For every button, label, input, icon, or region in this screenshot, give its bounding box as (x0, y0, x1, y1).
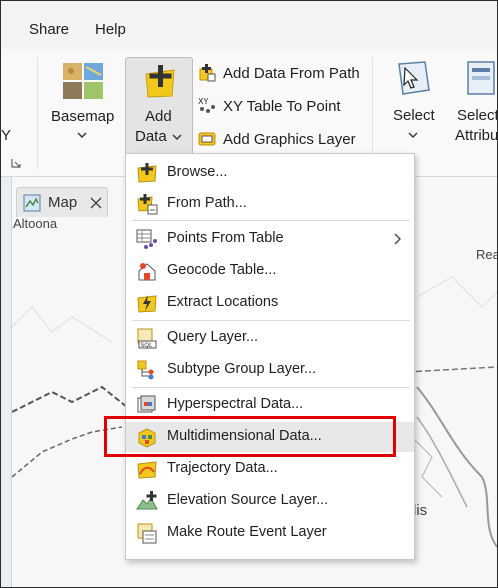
map-place-label: Altoona (13, 216, 58, 231)
menu-item-label: Browse... (167, 164, 228, 180)
menu-item-geocode-table[interactable]: Geocode Table... (126, 256, 414, 286)
chevron-right-icon (394, 233, 401, 245)
menu-item-label: Geocode Table... (167, 262, 277, 278)
menu-separator (132, 220, 410, 221)
menu-item-label: Points From Table (167, 230, 284, 246)
menu-separator (132, 387, 410, 388)
add-data-from-path-label: Add Data From Path (223, 65, 360, 82)
menu-item-browse[interactable]: Browse... (126, 158, 414, 188)
menu-item-label: Elevation Source Layer... (167, 492, 329, 508)
menu-item-elevation-source-layer[interactable]: Elevation Source Layer... (126, 486, 414, 516)
menu-item-label: Trajectory Data... (167, 460, 278, 476)
add-data-from-path-icon (199, 64, 216, 82)
svg-text:XY: XY (198, 97, 208, 106)
map-place-label: Rea (476, 247, 498, 262)
extract-locations-icon (137, 295, 157, 313)
chevron-down-icon (77, 132, 87, 138)
basemap-icon (63, 63, 103, 99)
tab-share[interactable]: Share (29, 21, 69, 38)
menu-item-trajectory-data[interactable]: Trajectory Data... (126, 454, 414, 484)
add-data-dropdown-menu: Browse... From Path... Points From Table… (125, 153, 415, 560)
add-data-label-line2: Data (135, 128, 167, 145)
select-icon (398, 61, 430, 95)
add-data-label-line1: Add (145, 108, 172, 125)
add-graphics-layer-label: Add Graphics Layer (223, 131, 356, 148)
ribbon-divider (37, 57, 38, 169)
menu-item-label: Make Route Event Layer (167, 524, 327, 540)
menu-separator (132, 320, 410, 321)
select-by-attributes-label-line2: Attribu (455, 127, 498, 144)
menu-item-query-layer[interactable]: SQL Query Layer... (126, 323, 414, 353)
from-path-icon (137, 194, 158, 215)
xy-table-to-point-label: XY Table To Point (223, 98, 341, 115)
menu-item-make-route-event-layer[interactable]: Make Route Event Layer (126, 518, 414, 548)
add-data-icon (145, 65, 175, 98)
subtype-group-layer-icon (137, 360, 154, 380)
svg-text:SQL: SQL (141, 342, 154, 349)
menu-item-label: Hyperspectral Data... (167, 396, 304, 412)
menu-item-label: Extract Locations (167, 294, 279, 310)
menu-item-points-from-table[interactable]: Points From Table (126, 224, 414, 254)
menu-item-label: Subtype Group Layer... (167, 361, 317, 377)
menu-item-label: Query Layer... (167, 329, 259, 345)
menu-item-extract-locations[interactable]: Extract Locations (126, 288, 414, 318)
basemap-label: Basemap (51, 108, 115, 125)
trajectory-data-icon (137, 461, 157, 479)
map-place-label: lis (413, 502, 428, 519)
make-route-event-layer-icon (137, 523, 157, 544)
xy-table-to-point-icon: XY (198, 97, 215, 113)
annotation-highlight-box (104, 416, 396, 457)
menu-item-subtype-group-layer[interactable]: Subtype Group Layer... (126, 355, 414, 385)
menu-item-from-path[interactable]: From Path... (126, 189, 414, 219)
select-by-attributes-icon (467, 61, 495, 95)
map-icon (23, 194, 41, 212)
menu-bar: Share Help (1, 1, 497, 49)
add-graphics-layer-icon (198, 132, 216, 146)
tab-help[interactable]: Help (95, 21, 126, 38)
add-data-button[interactable]: Add Data (125, 57, 193, 162)
menu-item-label: From Path... (167, 195, 247, 211)
query-layer-icon: SQL (137, 328, 157, 349)
geocode-table-icon (138, 263, 156, 281)
hyperspectral-data-icon (137, 395, 156, 413)
select-label: Select (393, 107, 435, 124)
close-icon[interactable] (90, 197, 102, 209)
select-by-attributes-label-line1: Select (457, 107, 498, 124)
contents-pane-edge (1, 177, 12, 587)
map-tab-label: Map (48, 194, 78, 211)
points-from-table-icon (136, 229, 157, 249)
dialog-launcher-icon[interactable] (10, 157, 22, 169)
browse-icon (137, 163, 157, 183)
ribbon-edge-label: Y (1, 127, 12, 144)
map-tab[interactable]: Map (16, 187, 108, 217)
chevron-down-icon (172, 134, 182, 140)
chevron-down-icon (408, 132, 418, 138)
elevation-source-layer-icon (136, 491, 158, 510)
